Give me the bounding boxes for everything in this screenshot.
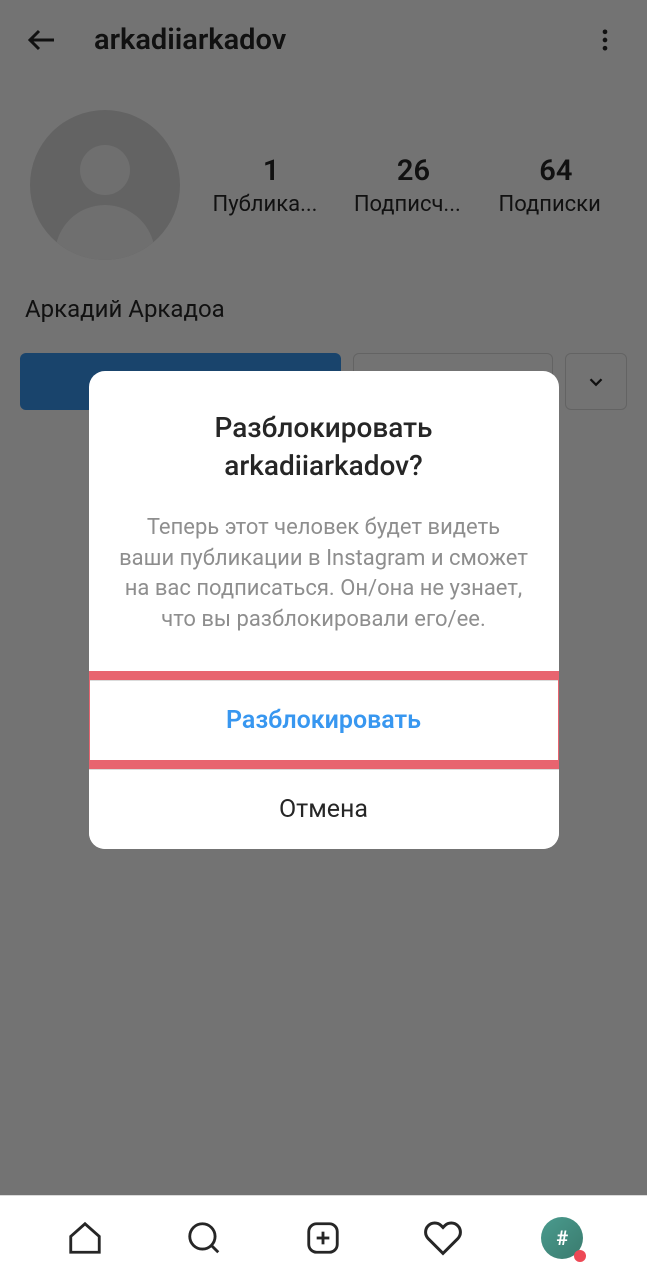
- nav-new-post[interactable]: [298, 1213, 348, 1263]
- bottom-navigation: #: [0, 1195, 647, 1280]
- plus-square-icon: [304, 1219, 342, 1257]
- modal-title: Разблокировать arkadiiarkadov?: [119, 409, 529, 485]
- tutorial-highlight: Разблокировать: [89, 671, 559, 769]
- nav-profile-avatar: #: [541, 1217, 583, 1259]
- nav-search[interactable]: [179, 1213, 229, 1263]
- modal-header: Разблокировать arkadiiarkadov?: [89, 371, 559, 493]
- nav-activity[interactable]: [418, 1213, 468, 1263]
- modal-overlay[interactable]: Разблокировать arkadiiarkadov? Теперь эт…: [0, 0, 647, 1280]
- unblock-confirmation-modal: Разблокировать arkadiiarkadov? Теперь эт…: [89, 371, 559, 849]
- search-icon: [185, 1219, 223, 1257]
- cancel-button[interactable]: Отмена: [89, 769, 559, 849]
- heart-icon: [423, 1218, 463, 1258]
- profile-symbol: #: [556, 1226, 568, 1250]
- nav-home[interactable]: [60, 1213, 110, 1263]
- confirm-unblock-button[interactable]: Разблокировать: [90, 680, 558, 760]
- nav-profile[interactable]: #: [537, 1213, 587, 1263]
- notification-dot: [574, 1250, 586, 1262]
- home-icon: [66, 1219, 104, 1257]
- modal-description: Теперь этот человек будет видеть ваши пу…: [89, 493, 559, 671]
